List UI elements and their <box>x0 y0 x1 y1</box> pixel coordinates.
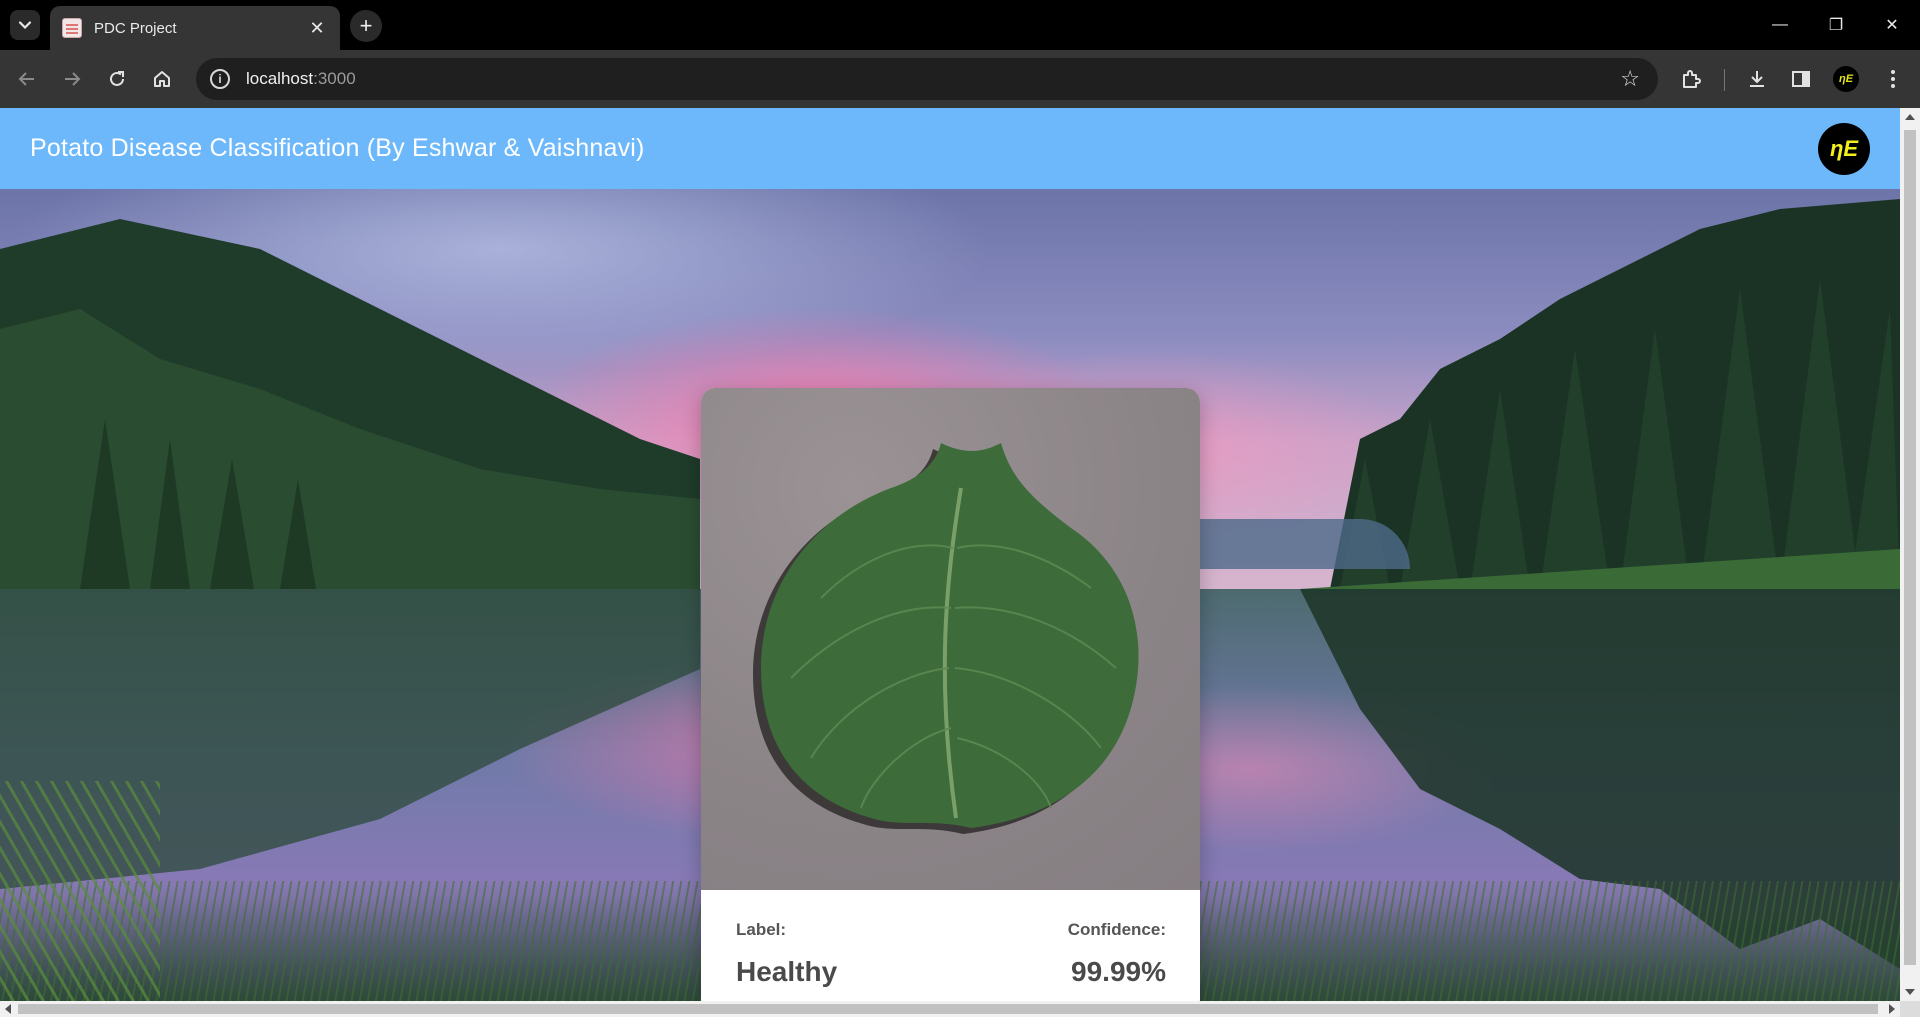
kebab-menu-icon <box>1891 70 1895 88</box>
page-viewport: Potato Disease Classification (By Eshwar… <box>0 108 1900 1001</box>
vertical-scroll-thumb[interactable] <box>1904 130 1916 965</box>
result-values: Healthy 99.99% <box>736 940 1166 988</box>
arrow-left-icon <box>18 72 34 86</box>
browser-toolbar: i localhost:3000 ☆ ηE <box>0 50 1920 108</box>
star-icon[interactable]: ☆ <box>1620 66 1640 92</box>
app-header: Potato Disease Classification (By Eshwar… <box>0 108 1900 189</box>
vertical-scrollbar[interactable] <box>1900 108 1920 1001</box>
side-panel-icon <box>1792 71 1810 87</box>
leaf-image[interactable] <box>701 388 1200 890</box>
close-window-button[interactable]: ✕ <box>1864 0 1920 50</box>
forward-button[interactable] <box>55 62 89 96</box>
scroll-right-icon[interactable] <box>1889 1004 1895 1014</box>
confidence-value: 99.99% <box>1071 956 1166 987</box>
home-button[interactable] <box>145 62 179 96</box>
horizontal-scroll-thumb[interactable] <box>18 1004 1878 1014</box>
url-host: localhost <box>246 69 314 88</box>
back-button[interactable] <box>10 62 44 96</box>
favicon-icon <box>62 18 82 38</box>
url-port: :3000 <box>313 69 356 88</box>
downloads-button[interactable] <box>1740 62 1774 96</box>
restore-button[interactable]: ❐ <box>1808 0 1864 50</box>
address-bar[interactable]: i localhost:3000 ☆ <box>196 58 1658 100</box>
minimize-button[interactable]: — <box>1752 0 1808 50</box>
puzzle-icon <box>1683 70 1701 88</box>
browser-menu-button[interactable] <box>1876 62 1910 96</box>
potato-leaf-image <box>753 443 1139 834</box>
tab-search-button[interactable] <box>10 10 40 40</box>
tab-title: PDC Project <box>94 19 177 37</box>
profile-button[interactable]: ηE <box>1829 62 1863 96</box>
label-heading: Label: <box>736 920 787 939</box>
scroll-down-icon[interactable] <box>1905 989 1915 995</box>
tab-pdc-project[interactable]: PDC Project ✕ <box>50 6 340 50</box>
side-panel-button[interactable] <box>1784 62 1818 96</box>
scrollbar-corner <box>1900 1001 1920 1017</box>
tab-close-button[interactable]: ✕ <box>306 18 328 39</box>
window-controls: — ❐ ✕ <box>1752 0 1920 50</box>
result-card: Label: Confidence: Healthy 99.99% <box>701 388 1200 1001</box>
confidence-heading: Confidence: <box>1067 920 1166 939</box>
download-icon <box>1750 71 1764 87</box>
scroll-up-icon[interactable] <box>1905 114 1915 120</box>
tab-strip: PDC Project ✕ + — ❐ ✕ <box>0 0 1920 50</box>
result-headings: Label: Confidence: <box>736 920 1166 940</box>
profile-avatar: ηE <box>1833 66 1859 92</box>
extensions-button[interactable] <box>1674 62 1708 96</box>
arrow-right-icon <box>65 72 81 86</box>
home-icon <box>154 71 170 87</box>
toolbar-separator <box>1724 69 1725 91</box>
info-icon[interactable]: i <box>210 69 230 89</box>
horizontal-scrollbar[interactable] <box>0 1001 1900 1017</box>
foreground-fern <box>0 781 160 1001</box>
scroll-left-icon[interactable] <box>5 1004 11 1014</box>
prediction-result: Label: Confidence: Healthy 99.99% <box>701 890 1200 1001</box>
logo-avatar[interactable]: ηE <box>1818 123 1870 175</box>
chevron-down-icon <box>18 21 32 30</box>
new-tab-button[interactable]: + <box>350 10 382 42</box>
reload-button[interactable] <box>100 62 134 96</box>
page-title: Potato Disease Classification (By Eshwar… <box>30 134 645 162</box>
label-value: Healthy <box>736 956 838 987</box>
reload-icon <box>110 71 124 86</box>
